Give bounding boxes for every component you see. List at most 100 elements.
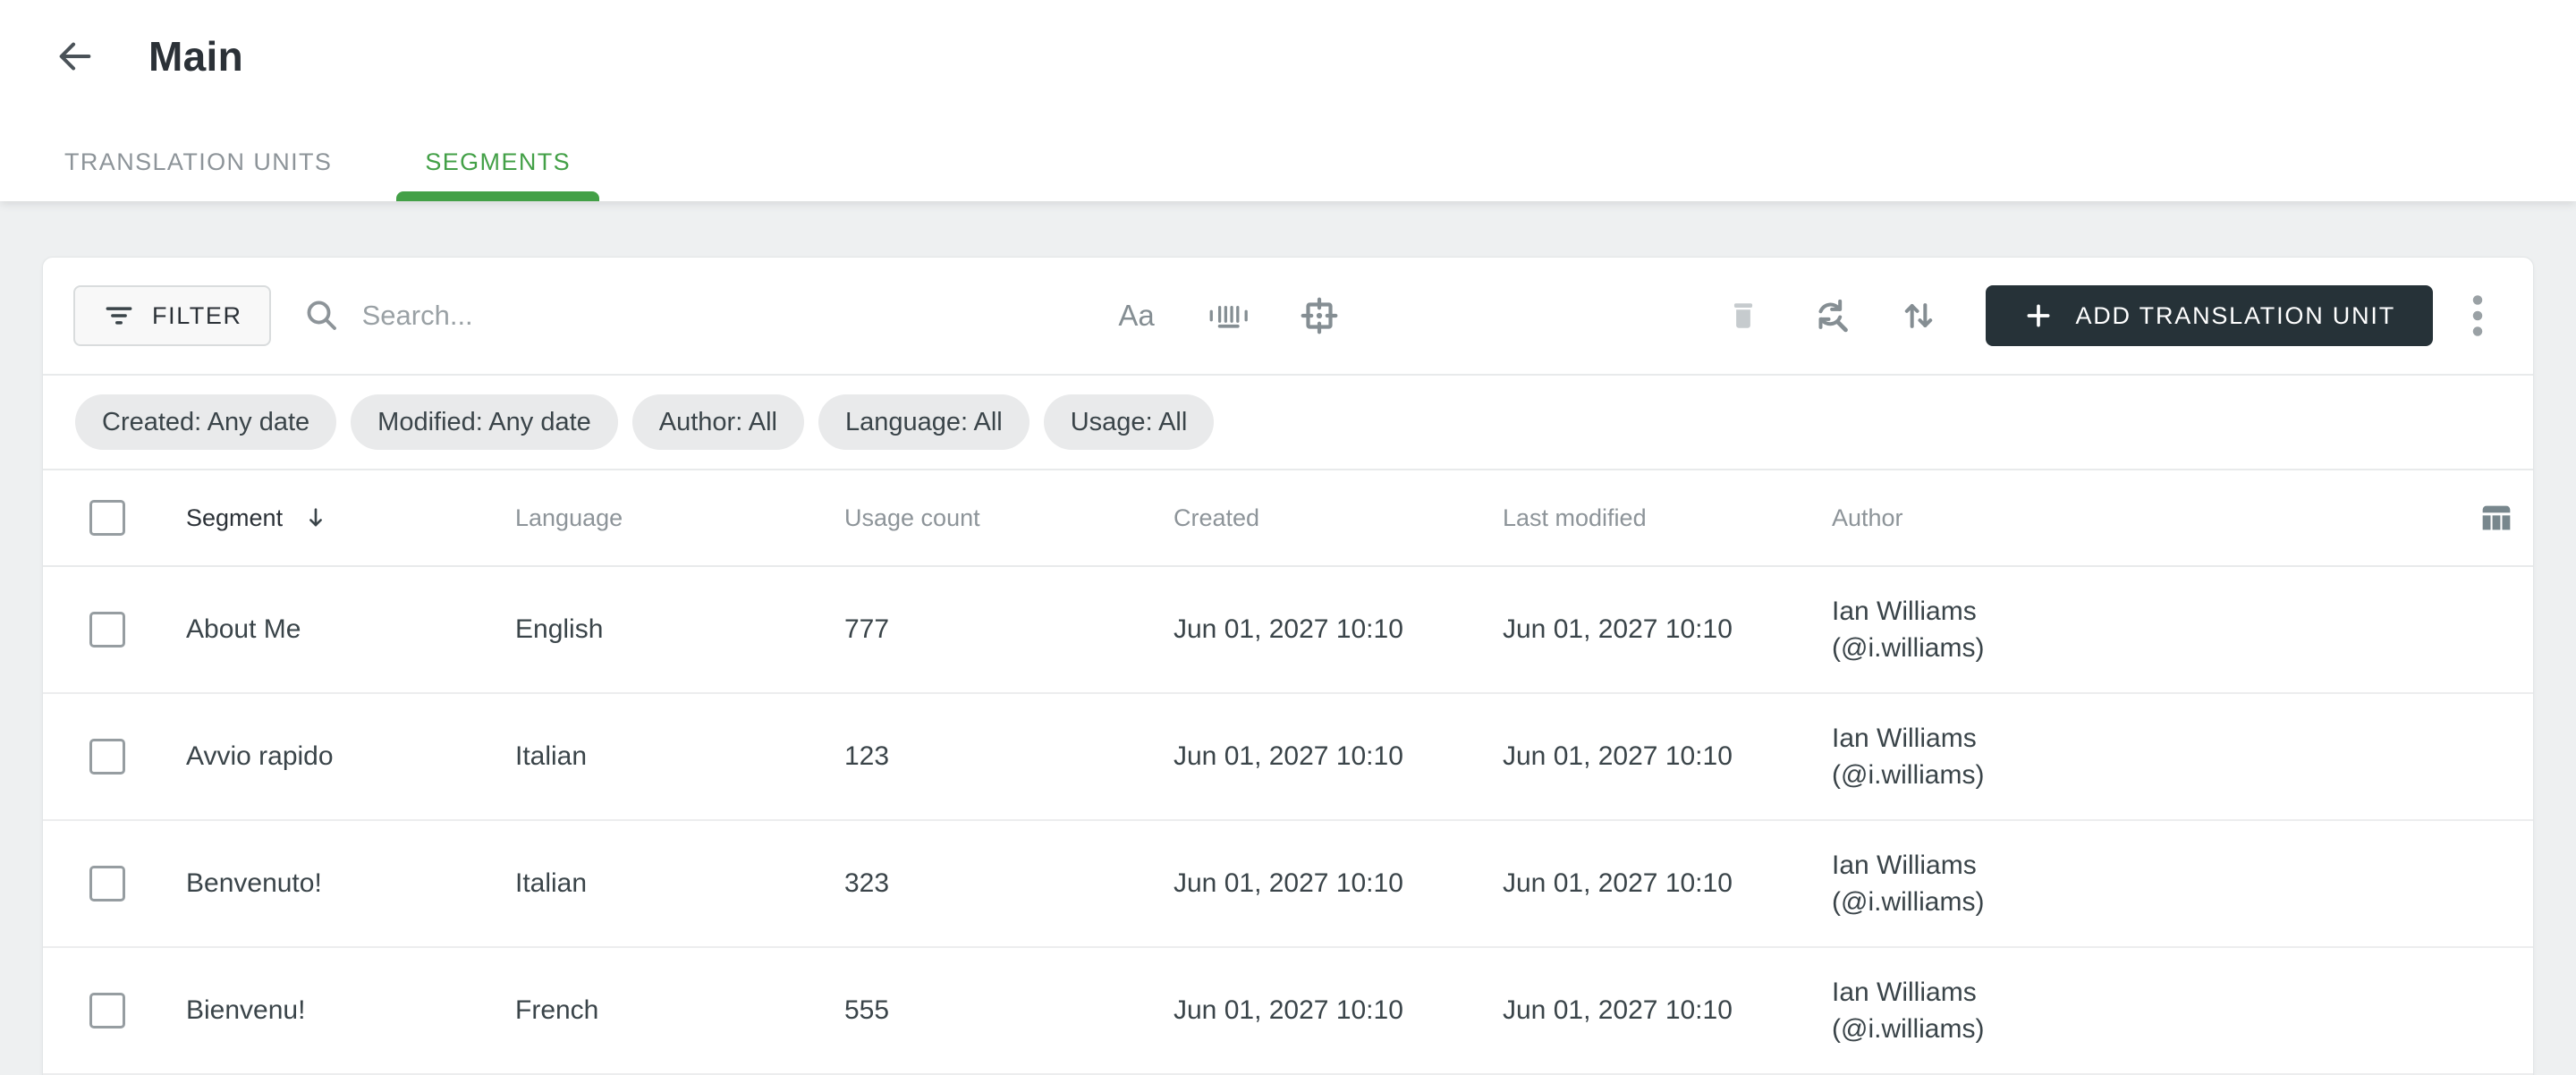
row-checkbox-cell [43,739,186,775]
tab-label: TRANSLATION UNITS [64,148,333,175]
crosshair-frame-icon [1301,297,1338,334]
barcode-icon [1209,305,1248,328]
search-icon [307,300,336,330]
filter-chips-row: Created: Any date Modified: Any date Aut… [43,376,2533,470]
cell-author: Ian Williams (@i.williams) [1832,593,2435,666]
row-checkbox-cell [43,612,186,648]
cell-created: Jun 01, 2027 10:10 [1174,995,1403,1025]
row-checkbox[interactable] [89,612,125,648]
cell-segment: Bienvenu! [186,995,306,1025]
cell-author: Ian Williams (@i.williams) [1832,720,2435,793]
filter-button[interactable]: FILTER [73,285,271,346]
page-header: Main TRANSLATION UNITS SEGMENTS [0,0,2576,201]
author-name: Ian Williams [1832,851,1977,880]
cell-usage-count: 123 [844,741,890,771]
cell-author: Ian Williams (@i.williams) [1832,974,2435,1047]
cell-last-modified: Jun 01, 2027 10:10 [1503,995,1733,1025]
cell-segment: Benvenuto! [186,868,322,898]
search-box [303,297,1097,334]
chip-author[interactable]: Author: All [631,394,804,450]
cell-created: Jun 01, 2027 10:10 [1174,614,1403,644]
cell-author: Ian Williams (@i.williams) [1832,847,2435,920]
back-button[interactable] [54,35,97,78]
plus-icon [2027,304,2050,327]
filter-lines-icon [106,307,132,325]
cell-created: Jun 01, 2027 10:10 [1174,868,1403,898]
trash-icon [1734,303,1753,328]
arrow-left-icon [59,42,91,71]
row-checkbox[interactable] [89,739,125,775]
filter-button-label: FILTER [152,301,242,329]
barcode-option[interactable] [1205,292,1251,339]
match-case-option[interactable]: Aa [1114,292,1160,339]
column-header-language[interactable]: Language [515,504,844,532]
author-name: Ian Williams [1832,978,1977,1007]
table-header: Segment Language Usage count Created Las… [43,470,2533,567]
toolbar: FILTER Aa [43,258,2533,376]
row-checkbox-cell [43,993,186,1028]
chip-created[interactable]: Created: Any date [75,394,337,450]
more-menu-button[interactable] [2458,291,2497,341]
tab-label: SEGMENTS [425,148,572,175]
search-replace-icon [1818,299,1849,333]
cell-last-modified: Jun 01, 2027 10:10 [1503,868,1733,898]
chip-usage[interactable]: Usage: All [1043,394,1215,450]
cell-language: French [515,995,599,1025]
cell-segment: Avvio rapido [186,741,334,771]
row-checkbox-cell [43,866,186,901]
search-input[interactable] [360,299,1097,333]
select-all-checkbox[interactable] [89,500,125,536]
cell-last-modified: Jun 01, 2027 10:10 [1503,614,1733,644]
segments-card: FILTER Aa [42,257,2534,1075]
search-replace-button[interactable] [1810,295,1852,336]
column-label: Segment [186,504,284,531]
column-header-author[interactable]: Author [1832,504,2435,532]
row-checkbox[interactable] [89,866,125,901]
author-handle: (@i.williams) [1832,633,1985,663]
column-settings-button[interactable] [2476,497,2533,538]
cell-last-modified: Jun 01, 2027 10:10 [1503,741,1733,771]
sort-button[interactable] [1898,295,1939,336]
cell-usage-count: 777 [844,614,890,644]
cell-created: Jun 01, 2027 10:10 [1174,741,1403,771]
column-header-usage-count[interactable]: Usage count [844,504,1174,532]
page-title: Main [148,33,243,80]
column-header-created[interactable]: Created [1174,504,1503,532]
table-columns-icon [2482,505,2511,530]
author-handle: (@i.williams) [1832,887,1985,917]
add-translation-unit-button[interactable]: ADD TRANSLATION UNIT [1986,285,2433,346]
match-case-icon: Aa [1118,299,1155,332]
cell-segment: About Me [186,614,301,644]
tab-bar: TRANSLATION UNITS SEGMENTS [64,139,600,201]
title-row: Main [0,0,2576,80]
author-name: Ian Williams [1832,597,1977,626]
cell-language: Italian [515,868,588,898]
sort-desc-icon [309,508,323,527]
tab-segments[interactable]: SEGMENTS [396,148,600,201]
segments-page: Main TRANSLATION UNITS SEGMENTS FILTER S… [0,0,2576,1075]
column-header-last-modified[interactable]: Last modified [1503,504,1832,532]
table-row[interactable]: Benvenuto! Italian 323 Jun 01, 2027 10:1… [43,821,2533,948]
cell-usage-count: 555 [844,995,890,1025]
select-all-cell [43,500,186,536]
author-handle: (@i.williams) [1832,1014,1985,1044]
add-translation-unit-label: ADD TRANSLATION UNIT [2075,301,2395,329]
toolbar-actions [1723,295,1939,336]
crosshair-frame-option[interactable] [1296,292,1343,339]
tab-active-underline [396,191,600,201]
cell-usage-count: 323 [844,868,890,898]
search-options: Aa [1114,292,1343,339]
cell-language: Italian [515,741,588,771]
chip-modified[interactable]: Modified: Any date [351,394,618,450]
sort-arrows-icon [1905,303,1933,328]
author-name: Ian Williams [1832,724,1977,753]
row-checkbox[interactable] [89,993,125,1028]
tab-translation-units[interactable]: TRANSLATION UNITS [64,148,360,201]
kebab-menu-icon [2472,295,2483,336]
table-row[interactable]: Bienvenu! French 555 Jun 01, 2027 10:10 … [43,948,2533,1075]
column-header-segment[interactable]: Segment [186,504,515,532]
table-row[interactable]: Avvio rapido Italian 123 Jun 01, 2027 10… [43,694,2533,821]
chip-language[interactable]: Language: All [818,394,1030,450]
delete-button[interactable] [1723,295,1764,336]
table-row[interactable]: About Me English 777 Jun 01, 2027 10:10 … [43,567,2533,694]
